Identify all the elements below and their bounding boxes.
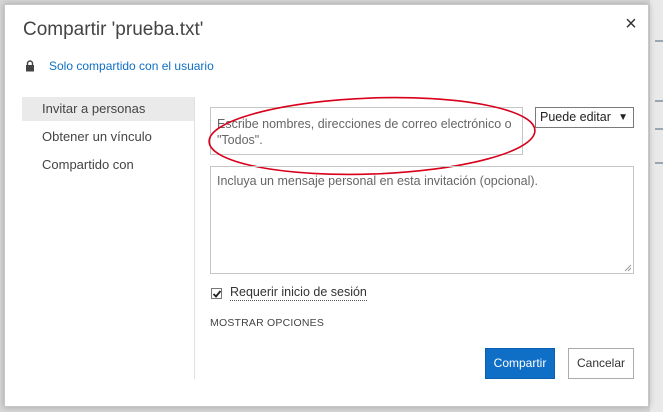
sharing-status-link[interactable]: Solo compartido con el usuario xyxy=(49,59,214,73)
message-placeholder: Incluya un mensaje personal en esta invi… xyxy=(217,174,539,188)
permission-selected: Puede editar xyxy=(540,110,611,124)
share-sidebar: Invitar a personas Obtener un vínculo Co… xyxy=(22,97,195,379)
dialog-title: Compartir 'prueba.txt' xyxy=(23,19,204,40)
lock-icon xyxy=(26,60,34,72)
require-signin-checkbox[interactable] xyxy=(211,287,222,299)
close-icon[interactable]: × xyxy=(622,14,640,34)
sharing-status: Solo compartido con el usuario xyxy=(25,59,214,73)
share-dialog: Compartir 'prueba.txt' × Solo compartido… xyxy=(4,4,649,407)
background-marker xyxy=(655,100,663,102)
background-page-edge xyxy=(650,0,663,412)
permission-dropdown[interactable]: Puede editar ▼ xyxy=(535,107,634,128)
require-signin-label[interactable]: Requerir inicio de sesión xyxy=(230,285,367,301)
checkmark-icon xyxy=(212,289,222,298)
background-marker xyxy=(655,40,663,42)
share-button[interactable]: Compartir xyxy=(485,348,555,379)
personal-message-input[interactable]: Incluya un mensaje personal en esta invi… xyxy=(210,166,634,274)
invite-people-input[interactable]: Escribe nombres, direcciones de correo e… xyxy=(210,107,523,155)
dropdown-arrow-icon: ▼ xyxy=(618,112,628,123)
sidebar-item-get-link[interactable]: Obtener un vínculo xyxy=(22,125,194,149)
show-options-link[interactable]: MOSTRAR OPCIONES xyxy=(210,317,324,329)
resize-grip-icon[interactable] xyxy=(624,264,632,272)
require-signin-row: Requerir inicio de sesión xyxy=(211,285,367,301)
sidebar-item-invite[interactable]: Invitar a personas xyxy=(22,97,194,121)
cancel-button[interactable]: Cancelar xyxy=(568,348,634,379)
sidebar-item-shared-with[interactable]: Compartido con xyxy=(22,153,194,177)
background-marker xyxy=(655,128,663,130)
background-marker xyxy=(655,162,663,164)
